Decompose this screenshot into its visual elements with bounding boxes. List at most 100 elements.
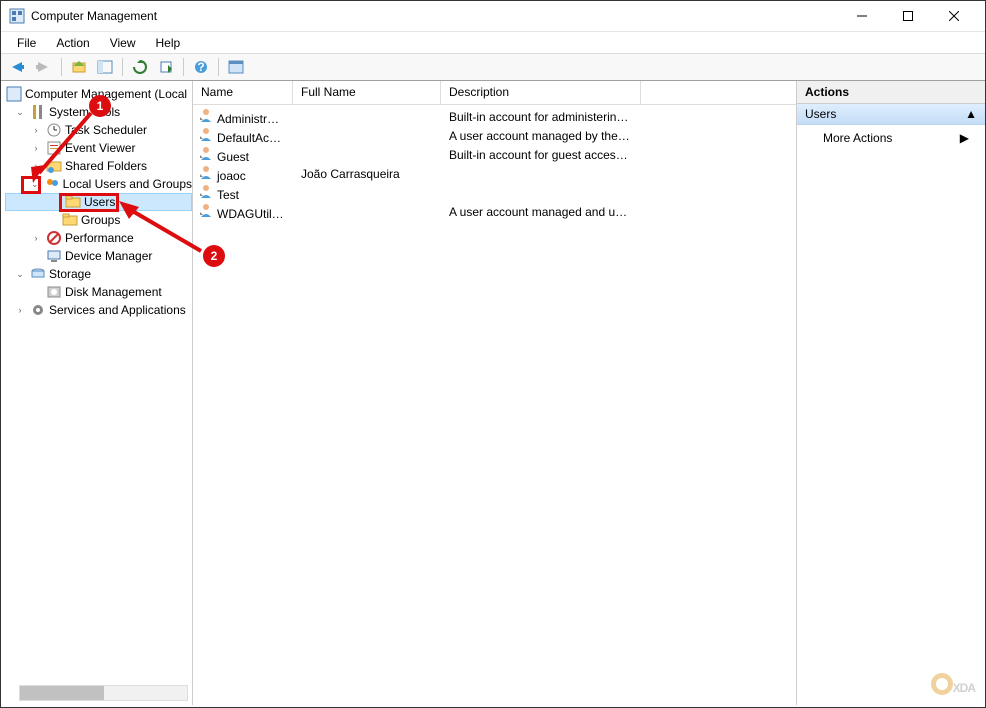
user-description: A user account managed by the s...: [441, 129, 641, 143]
shared-folder-icon: [46, 158, 62, 174]
tree-label: Task Scheduler: [65, 123, 147, 137]
user-name: joaoc: [217, 169, 246, 183]
expand-icon[interactable]: ›: [13, 303, 27, 317]
tree-system-tools[interactable]: ⌄ System Tools: [3, 103, 192, 121]
user-name: WDAGUtility...: [217, 207, 293, 221]
tree-label: Disk Management: [65, 285, 162, 299]
tree-performance[interactable]: › Performance: [3, 229, 192, 247]
event-viewer-icon: [46, 140, 62, 156]
tree-services-apps[interactable]: › Services and Applications: [3, 301, 192, 319]
list-row[interactable]: DefaultAcco...A user account managed by …: [193, 126, 796, 145]
close-button[interactable]: [931, 1, 977, 31]
column-name[interactable]: Name: [193, 81, 293, 104]
users-groups-icon: [44, 176, 60, 192]
tree-label: Computer Management (Local: [25, 87, 187, 101]
window-title: Computer Management: [31, 9, 839, 23]
tree-device-manager[interactable]: Device Manager: [3, 247, 192, 265]
user-icon: [198, 126, 214, 142]
minimize-button[interactable]: [839, 1, 885, 31]
toolbar-separator: [61, 58, 62, 76]
scrollbar-thumb[interactable]: [20, 686, 104, 700]
user-description: Built-in account for guest access t...: [441, 148, 641, 162]
user-description: A user account managed and use...: [441, 205, 641, 219]
help-button[interactable]: ?: [189, 56, 213, 78]
menu-view[interactable]: View: [100, 34, 146, 52]
tree-label: System Tools: [49, 105, 120, 119]
tree-storage[interactable]: ⌄ Storage: [3, 265, 192, 283]
menu-help[interactable]: Help: [146, 34, 191, 52]
menu-action[interactable]: Action: [46, 34, 99, 52]
menu-bar: File Action View Help: [1, 31, 985, 53]
column-description[interactable]: Description: [441, 81, 641, 104]
user-name: Guest: [217, 150, 249, 164]
tree-groups[interactable]: Groups: [3, 211, 192, 229]
submenu-arrow-icon: ▶: [960, 131, 969, 145]
actions-section[interactable]: Users ▲: [797, 104, 985, 125]
tree-root[interactable]: Computer Management (Local: [3, 85, 192, 103]
tree-shared-folders[interactable]: › Shared Folders: [3, 157, 192, 175]
list-row[interactable]: Guest Built-in account for guest access t…: [193, 145, 796, 164]
device-manager-icon: [46, 248, 62, 264]
folder-icon: [62, 212, 78, 228]
services-icon: [30, 302, 46, 318]
user-name: Administrator: [217, 112, 288, 126]
toolbar: ?: [1, 53, 985, 81]
tree-users[interactable]: Users: [5, 193, 192, 211]
up-button[interactable]: [67, 56, 91, 78]
refresh-button[interactable]: [128, 56, 152, 78]
toolbar-separator: [218, 58, 219, 76]
svg-text:?: ?: [197, 60, 204, 74]
title-bar: Computer Management: [1, 1, 985, 31]
collapse-icon[interactable]: ⌄: [29, 177, 41, 191]
user-icon: [198, 202, 214, 218]
list-row[interactable]: WDAGUtility... A user account managed and…: [193, 202, 796, 221]
tree-label: Event Viewer: [65, 141, 135, 155]
tree-local-users-groups[interactable]: ⌄ Local Users and Groups: [3, 175, 192, 193]
details-list: Name Full Name Description Administrator…: [193, 81, 797, 705]
user-description: Built-in account for administering...: [441, 110, 641, 124]
tree-label: Storage: [49, 267, 91, 281]
column-fullname[interactable]: Full Name: [293, 81, 441, 104]
collapse-arrow-icon: ▲: [965, 107, 977, 121]
back-button[interactable]: [6, 56, 30, 78]
actions-section-label: Users: [805, 107, 836, 121]
list-row[interactable]: Test: [193, 183, 796, 202]
menu-file[interactable]: File: [7, 34, 46, 52]
actions-pane: Actions Users ▲ More Actions ▶: [797, 81, 985, 705]
export-list-button[interactable]: [154, 56, 178, 78]
window-controls: [839, 1, 977, 31]
customize-view-button[interactable]: [224, 56, 248, 78]
list-row[interactable]: joaoc João Carrasqueira: [193, 164, 796, 183]
tree-label: Performance: [65, 231, 134, 245]
disk-icon: [46, 284, 62, 300]
tree-task-scheduler[interactable]: › Task Scheduler: [3, 121, 192, 139]
clock-icon: [46, 122, 62, 138]
maximize-button[interactable]: [885, 1, 931, 31]
tree-label: Local Users and Groups: [63, 177, 192, 191]
tree-disk-management[interactable]: Disk Management: [3, 283, 192, 301]
tree-label: Device Manager: [65, 249, 152, 263]
navigation-tree[interactable]: Computer Management (Local ⌄ System Tool…: [1, 81, 193, 705]
collapse-icon[interactable]: ⌄: [13, 105, 27, 119]
tree-label: Users: [84, 195, 115, 209]
tree-label: Shared Folders: [65, 159, 147, 173]
watermark: XDA: [931, 667, 975, 699]
tree-label: Groups: [81, 213, 120, 227]
tree-event-viewer[interactable]: › Event Viewer: [3, 139, 192, 157]
collapse-icon[interactable]: ⌄: [13, 267, 27, 281]
user-fullname: João Carrasqueira: [293, 167, 441, 181]
folder-icon: [65, 194, 81, 210]
list-body: Administrator Built-in account for admini…: [193, 105, 796, 705]
storage-icon: [30, 266, 46, 282]
list-row[interactable]: Administrator Built-in account for admini…: [193, 107, 796, 126]
actions-more[interactable]: More Actions ▶: [797, 125, 985, 149]
expand-icon[interactable]: ›: [29, 159, 43, 173]
user-icon: [198, 107, 214, 123]
user-icon: [198, 183, 214, 199]
show-hide-tree-button[interactable]: [93, 56, 117, 78]
expand-icon[interactable]: ›: [29, 141, 43, 155]
forward-button[interactable]: [32, 56, 56, 78]
expand-icon[interactable]: ›: [29, 231, 43, 245]
expand-icon[interactable]: ›: [29, 123, 43, 137]
horizontal-scrollbar[interactable]: [19, 685, 188, 701]
